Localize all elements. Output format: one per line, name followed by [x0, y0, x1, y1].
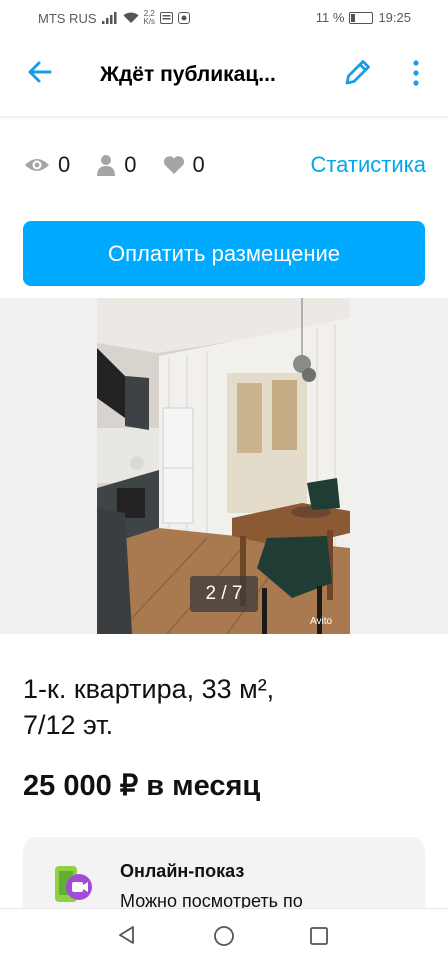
video-call-phone-icon	[55, 866, 92, 902]
notification-app-icon	[178, 12, 191, 24]
carrier-label: MTS RUS	[38, 10, 97, 26]
views-stat: 0	[24, 152, 70, 178]
notification-message-icon	[160, 12, 174, 24]
photo-gallery[interactable]: Avito 2 / 7	[0, 298, 448, 634]
status-right: 11 % 19:25	[316, 10, 411, 25]
avito-watermark: Avito	[310, 616, 332, 627]
battery-percent: 11 %	[315, 10, 345, 25]
stats-row: 0 0 0 Статистика	[24, 150, 426, 180]
page-title: Ждёт публикац...	[100, 63, 276, 86]
back-arrow-icon[interactable]	[26, 58, 54, 86]
status-left: MTS RUS 2,2 K/s	[38, 10, 191, 26]
photo-counter: 2 / 7	[190, 576, 258, 612]
online-show-title: Онлайн-показ	[120, 861, 245, 881]
heart-icon	[163, 156, 184, 174]
recents-square-icon[interactable]	[309, 926, 329, 946]
listing-title-line1: 1-к. квартира, 33 м²,	[23, 674, 275, 704]
network-speed-unit: K/s	[143, 17, 156, 26]
views-count: 0	[58, 152, 71, 177]
listing-title-line2: 7/12 эт.	[23, 710, 114, 740]
contacts-count: 0	[124, 152, 137, 177]
system-nav-bar	[0, 908, 448, 960]
eye-icon	[25, 159, 49, 171]
battery-icon	[349, 11, 374, 24]
app-bar: Ждёт публикац...	[0, 34, 448, 116]
statistics-link[interactable]: Статистика	[310, 152, 426, 178]
network-speed: 2,2 K/s	[144, 10, 156, 26]
home-circle-icon[interactable]	[213, 925, 235, 947]
signal-icon	[101, 12, 116, 24]
listing-price: 25 000 ₽ в месяц	[23, 770, 261, 802]
more-vertical-icon[interactable]	[408, 58, 424, 88]
clock: 19:25	[378, 10, 411, 25]
wifi-icon	[123, 12, 138, 23]
favorites-count: 0	[192, 152, 205, 177]
back-triangle-icon[interactable]	[117, 925, 137, 945]
listing-title: 1-к. квартира, 33 м², 7/12 эт.	[23, 671, 423, 743]
status-bar: MTS RUS 2,2 K/s 11 % 19:25	[0, 0, 448, 34]
pay-placement-button[interactable]: Оплатить размещение	[23, 221, 425, 286]
edit-pencil-icon[interactable]	[342, 56, 374, 88]
contacts-stat: 0	[96, 152, 137, 178]
person-icon	[97, 155, 116, 176]
favorites-stat: 0	[163, 152, 205, 178]
